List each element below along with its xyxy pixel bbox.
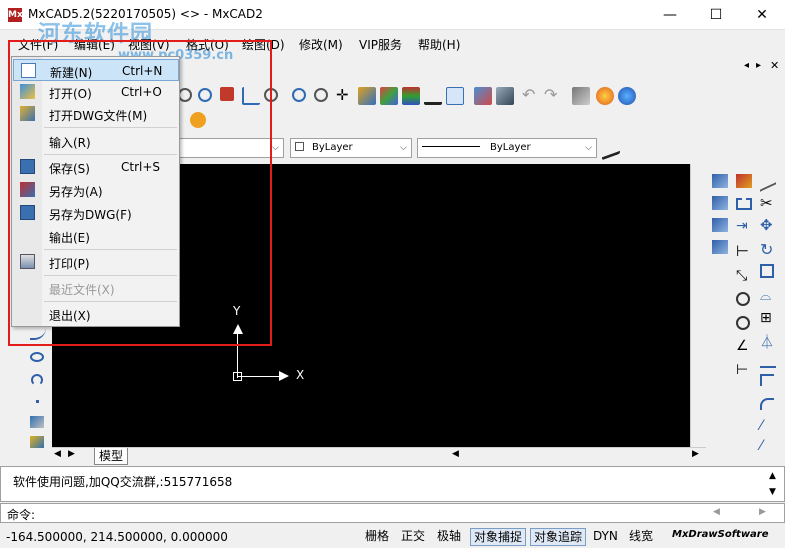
pen-icon[interactable] [760,170,776,192]
osnap-toggle[interactable]: 对象捕捉 [470,528,527,546]
color-combo[interactable]: ByLayer ⌵ [290,138,412,158]
x-axis-arrow-icon [279,371,289,381]
chevron-down-icon: ⌵ [400,143,407,153]
scroll-up-icon[interactable]: ▲ [769,471,776,481]
globe-icon[interactable] [618,87,636,105]
copy-icon[interactable] [712,174,728,188]
brand-logo: MxDrawSoftware [672,529,769,540]
point-icon[interactable] [36,400,39,403]
status-bar: -164.500000, 214.500000, 0.000000 栅格 正交 … [0,526,785,548]
hscroll-right-icon[interactable]: ▶ [692,449,699,459]
join-icon[interactable]: ⇥ [736,218,748,234]
angular-dimension-icon[interactable]: ∠ [736,338,749,354]
move-icon[interactable]: ✥ [760,216,773,234]
chevron-down-icon: ⌵ [585,143,592,153]
vertical-scrollbar[interactable] [690,164,706,447]
scale-icon[interactable] [760,264,774,278]
linetype-combo[interactable]: ByLayer ⌵ [417,138,597,158]
layer-move-icon[interactable] [712,240,728,254]
grid-toggle[interactable]: 栅格 [362,528,392,546]
ellipse-arc-icon[interactable] [31,374,43,386]
pencil-icon[interactable] [358,87,376,105]
dyn-toggle[interactable]: DYN [590,528,621,546]
dimension-icon[interactable]: ⊢ [736,242,749,260]
stretch-box-icon[interactable] [736,198,752,210]
break-icon[interactable]: ⁄ [760,418,762,434]
explode-icon[interactable] [736,174,752,188]
x-axis-line [237,376,283,377]
mirror-icon[interactable]: ⏃ [760,332,774,352]
color-icon[interactable] [380,87,398,105]
cmd-scroll-left-icon[interactable]: ◀ [713,507,720,517]
copy-multiple-icon[interactable] [712,196,728,210]
ortho-toggle[interactable]: 正交 [398,528,428,546]
scroll-down-icon[interactable]: ▼ [769,487,776,497]
annotation-highlight-frame [8,40,272,346]
menu-help[interactable]: 帮助(H) [418,36,460,53]
toolbar-scroll-left-icon[interactable]: ◂ [744,60,749,71]
crosshair-icon[interactable]: ✛ [336,86,354,104]
match-properties-icon[interactable] [474,87,492,105]
window-icon[interactable] [446,87,464,105]
layer-copy-icon[interactable] [712,218,728,232]
pan-zoom-icon[interactable] [292,88,306,102]
otrack-toggle[interactable]: 对象追踪 [530,528,587,546]
extend-icon[interactable]: ⁄ [760,438,762,454]
block-icon[interactable] [30,416,44,428]
x-axis-label: X [296,368,305,382]
hscroll-left-icon[interactable]: ◀ [452,449,459,459]
lineweight-control-icon[interactable] [602,135,620,161]
minimize-button[interactable]: — [647,0,693,30]
command-line[interactable]: 命令: ◀ ▶ [0,503,785,523]
line-sample-icon [422,146,480,147]
layer-icon[interactable] [402,87,420,105]
lineweight-toggle[interactable]: 线宽 [626,528,656,546]
command-prompt: 命令: [7,508,36,522]
chamfer-icon[interactable] [760,398,774,410]
erase-icon[interactable] [496,87,514,105]
render-icon[interactable] [596,87,614,105]
diameter-dimension-icon[interactable] [736,316,750,330]
linetype-value: ByLayer [490,142,531,153]
offset-icon[interactable] [760,354,776,368]
insert-block-icon[interactable] [30,436,44,448]
undo-icon[interactable]: ↶ [522,85,540,104]
close-button[interactable]: ✕ [739,0,785,30]
toolbar-close-icon[interactable]: ✕ [770,59,779,72]
cmd-scroll-right-icon[interactable]: ▶ [759,507,766,517]
zoom-realtime-icon[interactable] [314,88,328,102]
command-history: 软件使用问题,加QQ交流群,:515771658 ▲ ▼ [0,466,785,502]
redo-icon[interactable]: ↷ [544,85,562,104]
coordinate-readout: -164.500000, 214.500000, 0.000000 [6,530,228,544]
tab-model[interactable]: 模型 [94,448,129,465]
maximize-button[interactable]: ☐ [693,0,739,30]
scissors-icon[interactable]: ✂ [760,194,773,212]
color-swatch-icon [295,142,304,151]
polar-toggle[interactable]: 极轴 [434,528,464,546]
fillet-icon[interactable] [760,374,774,386]
stretch-icon[interactable]: ⌓ [760,288,771,304]
toolbar-scroll-right-icon[interactable]: ▸ [756,60,761,71]
chevron-down-icon: ⌵ [272,143,279,153]
ellipse-icon[interactable] [30,352,44,362]
rotate-icon[interactable]: ↻ [760,240,773,259]
aligned-dimension-icon[interactable]: ⤡ [736,268,747,284]
tab-first-icon[interactable]: ◀ [54,449,61,459]
menu-modify[interactable]: 修改(M) [299,36,343,53]
tab-prev-icon[interactable]: ▶ [68,449,75,459]
menu-vip[interactable]: VIP服务 [359,36,402,53]
modify-toolbar: ✂ ⇥ ✥ ⊢ ↻ ⤡ ⌓ ⊞ ∠ ⏃ ⊢ ⁄ ⁄ [706,164,785,454]
lineweight-icon[interactable] [424,87,442,105]
app-icon: Mx [8,8,23,22]
layout-tab-bar: ◀ ▶ 模型 ◀ ▶ [52,447,706,465]
pan-icon[interactable] [572,87,590,105]
array-icon[interactable]: ⊞ [760,310,772,326]
command-history-text: 软件使用问题,加QQ交流群,:515771658 [13,475,233,489]
color-value: ByLayer [312,142,353,153]
ucs-origin-icon [233,372,242,381]
radius-dimension-icon[interactable] [736,292,750,306]
baseline-dimension-icon[interactable]: ⊢ [736,362,748,378]
